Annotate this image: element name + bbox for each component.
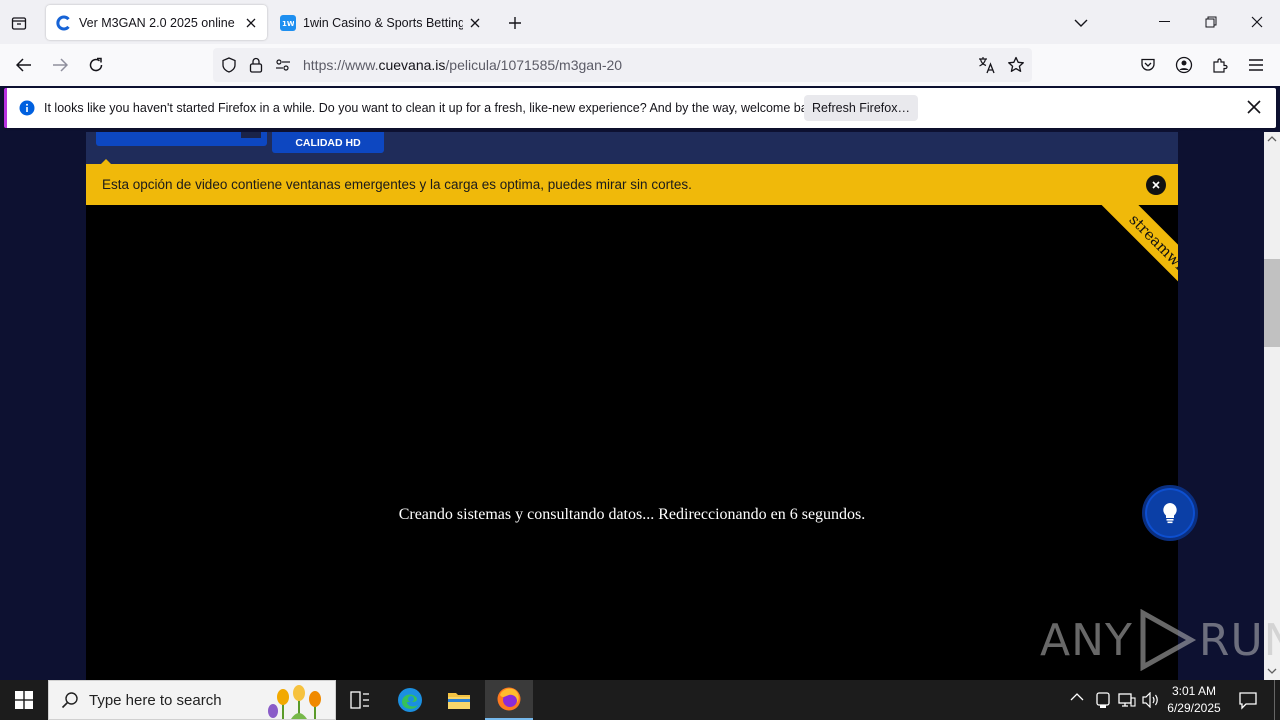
notification-message: It looks like you haven't started Firefo…	[44, 101, 824, 115]
taskbar-clock[interactable]: 3:01 AM 6/29/2025	[1158, 683, 1230, 717]
tab-strip: Ver M3GAN 2.0 2025 online HD 1W 1win Cas…	[0, 0, 1280, 44]
cuevana-c-icon	[56, 15, 72, 31]
player-container: CALIDAD HD Esta opción de video contiene…	[86, 132, 1178, 680]
tab-title: 1win Casino & Sports Betting | Official	[303, 15, 463, 30]
lightbulb-icon	[1163, 503, 1177, 524]
edge-browser-icon[interactable]	[386, 680, 434, 720]
tab-close-icon[interactable]	[239, 11, 263, 35]
tab-overview-icon[interactable]	[6, 10, 32, 36]
pocket-icon[interactable]	[1133, 50, 1163, 80]
scroll-up-icon[interactable]	[1267, 135, 1277, 143]
firefox-taskbar-icon[interactable]	[485, 680, 533, 720]
defender-tray-icon[interactable]	[1095, 691, 1111, 709]
extensions-puzzle-icon[interactable]	[1205, 50, 1235, 80]
network-icon[interactable]	[1118, 692, 1136, 708]
task-view-icon[interactable]	[336, 680, 384, 720]
windows-start-icon[interactable]	[0, 680, 48, 720]
clock-time: 3:01 AM	[1171, 684, 1217, 698]
server-option-button[interactable]	[96, 132, 267, 146]
redirect-message: Creando sistemas y consultando datos... …	[398, 506, 866, 523]
anyrun-watermark: ANY RUN	[1040, 608, 1280, 672]
lightbulb-button[interactable]	[1142, 485, 1198, 541]
windows-taskbar: Type here to search 3:01 AM 6/29/2025	[0, 680, 1280, 720]
close-window-icon[interactable]	[1234, 0, 1280, 44]
notifications-icon[interactable]	[1238, 690, 1258, 710]
translate-icon[interactable]	[978, 56, 996, 74]
watermark-right: RUN	[1198, 614, 1280, 666]
tracking-shield-icon[interactable]	[221, 57, 237, 73]
restore-icon[interactable]	[1188, 0, 1234, 44]
padlock-icon[interactable]	[249, 57, 263, 73]
account-icon[interactable]	[1169, 50, 1199, 80]
search-placeholder: Type here to search	[89, 691, 222, 709]
clock-date: 6/29/2025	[1167, 701, 1221, 715]
popup-warning-text: Esta opción de video contiene ventanas e…	[102, 177, 692, 192]
url-prefix: https://www.	[303, 57, 379, 73]
list-all-tabs-chevron-icon[interactable]	[1068, 10, 1094, 36]
tab-close-icon[interactable]	[463, 11, 487, 35]
address-bar[interactable]: https://www.cuevana.is/pelicula/1071585/…	[213, 48, 1032, 82]
minimize-icon[interactable]	[1142, 0, 1188, 44]
tulips-decoration-icon	[268, 685, 321, 719]
ribbon-label: streamwish	[1100, 205, 1178, 305]
back-arrow-icon[interactable]	[9, 50, 39, 80]
site-permissions-icon[interactable]	[275, 58, 291, 72]
svg-text:1W: 1W	[282, 20, 294, 27]
tab-title: Ver M3GAN 2.0 2025 online HD	[79, 15, 239, 30]
navigation-toolbar: https://www.cuevana.is/pelicula/1071585/…	[0, 44, 1280, 86]
forward-arrow-icon[interactable]	[45, 50, 75, 80]
quality-hd-button[interactable]: CALIDAD HD	[272, 132, 384, 153]
tab-1win[interactable]: 1W 1win Casino & Sports Betting | Offici…	[270, 5, 491, 40]
watermark-left: ANY	[1040, 614, 1133, 666]
server-options-band: CALIDAD HD	[86, 132, 1178, 165]
refresh-firefox-button[interactable]: Refresh Firefox…	[804, 95, 918, 121]
show-desktop-divider[interactable]	[1274, 680, 1275, 720]
option-badge	[241, 132, 261, 138]
reload-icon[interactable]	[81, 50, 111, 80]
warning-close-icon[interactable]	[1146, 175, 1166, 195]
play-triangle-icon	[1140, 609, 1196, 671]
taskbar-search-box[interactable]: Type here to search	[48, 680, 336, 720]
bookmark-star-icon[interactable]	[1007, 56, 1025, 74]
notification-close-icon[interactable]	[1247, 100, 1261, 114]
new-tab-plus-icon[interactable]	[502, 10, 528, 36]
search-icon	[61, 692, 78, 709]
popup-warning-bar: Esta opción de video contiene ventanas e…	[86, 164, 1178, 205]
url-domain: cuevana.is	[378, 57, 446, 73]
1win-icon: 1W	[280, 14, 296, 31]
url-path: /pelicula/1071585/m3gan-20	[445, 57, 623, 73]
file-explorer-icon[interactable]	[435, 680, 483, 720]
tab-m3gan[interactable]: Ver M3GAN 2.0 2025 online HD	[46, 5, 267, 40]
url-text[interactable]: https://www.cuevana.is/pelicula/1071585/…	[303, 57, 622, 73]
page-scrollbar[interactable]	[1264, 132, 1280, 680]
info-icon	[19, 100, 35, 116]
refresh-firefox-notification: It looks like you haven't started Firefo…	[4, 88, 1276, 128]
show-hidden-icons-chevron[interactable]	[1070, 692, 1084, 702]
streamwish-ribbon: streamwish	[1078, 205, 1178, 305]
scroll-thumb[interactable]	[1264, 259, 1280, 347]
hamburger-menu-icon[interactable]	[1241, 50, 1271, 80]
web-page: CALIDAD HD Esta opción de video contiene…	[0, 132, 1264, 680]
